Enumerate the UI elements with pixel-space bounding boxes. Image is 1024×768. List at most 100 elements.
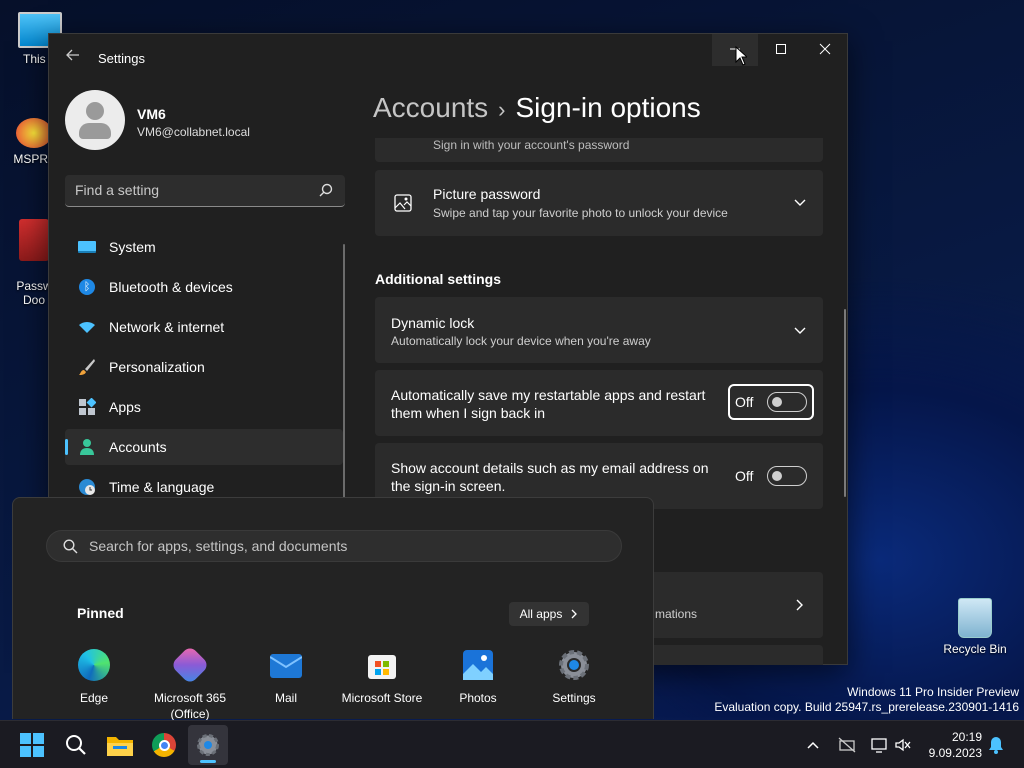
apps-icon [77,397,97,417]
user-name: VM6 [137,106,166,122]
search-input[interactable] [75,175,305,205]
page-title: Sign-in options [515,92,701,123]
mouse-cursor-icon [735,45,749,71]
toggle-state: Off [735,394,754,410]
password-card[interactable]: Sign in with your account's password [375,138,823,162]
person-icon [77,437,97,457]
microsoft-365-icon [170,645,210,685]
content-scrollbar[interactable] [844,309,846,497]
restart-apps-toggle[interactable]: Off [735,392,808,412]
card-subtitle: Automatically lock your device when you'… [391,334,651,348]
search-icon [63,539,78,554]
volume-muted-icon[interactable] [894,737,912,753]
app-label: Microsoft Store [341,691,423,705]
find-setting-search[interactable] [65,175,345,207]
bluetooth-icon: ᛒ [77,277,97,297]
title-bar[interactable]: Settings [49,34,847,82]
toggle-switch[interactable] [767,466,808,486]
sidebar-nav: System ᛒ Bluetooth & devices Network & i… [65,229,343,509]
picture-icon [394,194,412,212]
door-icon [19,219,49,261]
sidebar-item-bluetooth[interactable]: ᛒ Bluetooth & devices [65,269,343,305]
clock[interactable]: 20:19 9.09.2023 [920,729,982,761]
breadcrumb-accounts[interactable]: Accounts [373,92,488,123]
taskbar-settings[interactable] [188,725,228,765]
toggle-switch[interactable] [767,392,808,412]
picture-password-card[interactable]: Picture password Swipe and tap your favo… [375,170,823,236]
start-search-input[interactable] [89,531,609,561]
brush-icon [77,357,97,377]
card-title: Picture password [433,186,541,202]
pinned-app-microsoft-365[interactable]: Microsoft 365 (Office) [142,645,238,722]
card-title-line1: Show account details such as my email ad… [391,460,709,476]
clock-time: 20:19 [951,730,982,744]
pinned-app-mail[interactable]: Mail [238,648,334,706]
card-subtitle: mations [655,607,698,621]
app-label: Photos [459,691,497,705]
pinned-app-edge[interactable]: Edge [46,648,142,706]
sidebar-item-label: Network & internet [109,319,225,335]
sidebar-item-label: System [109,239,156,255]
sidebar-item-accounts[interactable]: Accounts [65,429,343,465]
app-shortcut-icon [16,118,52,148]
breadcrumb: Accounts › Sign-in options [373,92,701,124]
pinned-app-photos[interactable]: Photos [430,648,526,706]
gear-icon [197,734,219,756]
app-label: Mail [274,691,297,705]
chevron-up-icon[interactable] [806,738,820,752]
app-label: Settings [552,691,596,705]
avatar [65,90,125,150]
globe-clock-icon [77,477,97,497]
app-label: Edge [79,691,109,705]
chevron-right-icon[interactable] [793,598,807,612]
sidebar-item-apps[interactable]: Apps [65,389,343,425]
photos-icon [461,648,495,682]
chevron-down-icon[interactable] [793,196,807,210]
sidebar-item-label: Apps [109,399,141,415]
network-disconnected-icon[interactable] [838,737,856,753]
section-title: Additional settings [375,271,501,287]
card-title-line2: the sign-in screen. [391,478,506,494]
maximize-button[interactable] [758,34,804,66]
back-arrow-icon[interactable] [63,48,83,68]
chevron-down-icon[interactable] [793,324,807,338]
start-search[interactable] [46,530,622,562]
window-title: Settings [98,51,145,66]
search-icon [66,735,86,755]
system-icon [77,237,97,257]
clock-date: 9.09.2023 [928,746,982,760]
user-email: VM6@collabnet.local [137,125,250,139]
system-tray [806,721,912,768]
windows-logo-icon [20,733,44,757]
gear-icon [557,648,591,682]
desktop-icon-label: Passw Doo [16,279,52,307]
sidebar-item-system[interactable]: System [65,229,343,265]
card-title: Dynamic lock [391,315,475,331]
taskbar-search-button[interactable] [56,725,96,765]
search-icon [319,183,333,197]
taskbar-file-explorer[interactable] [100,725,140,765]
pinned-app-microsoft-store[interactable]: Microsoft Store [334,648,430,706]
chrome-icon [152,733,176,757]
sidebar-item-personalization[interactable]: Personalization [65,349,343,385]
notification-bell-icon[interactable] [988,736,1004,754]
taskbar: 20:19 9.09.2023 [0,720,1024,768]
taskbar-chrome[interactable] [144,725,184,765]
close-button[interactable] [802,34,848,66]
folder-icon [107,737,133,756]
all-apps-button[interactable]: All apps [509,602,589,626]
toggle-state: Off [735,468,754,484]
dynamic-lock-card[interactable]: Dynamic lock Automatically lock your dev… [375,297,823,363]
desktop-icon-recycle-bin[interactable]: Recycle Bin [940,598,1010,656]
sidebar-item-network[interactable]: Network & internet [65,309,343,345]
start-button[interactable] [12,725,52,765]
sidebar-item-label: Bluetooth & devices [109,279,233,295]
sidebar-item-label: Accounts [109,439,167,455]
pinned-app-settings[interactable]: Settings [526,648,622,706]
sidebar-scrollbar[interactable] [343,244,345,504]
card-title-line2: them when I sign back in [391,405,546,421]
all-apps-label: All apps [519,607,563,621]
recycle-bin-icon [958,598,992,638]
account-details-toggle[interactable]: Off [735,466,808,486]
display-icon[interactable] [870,737,888,753]
